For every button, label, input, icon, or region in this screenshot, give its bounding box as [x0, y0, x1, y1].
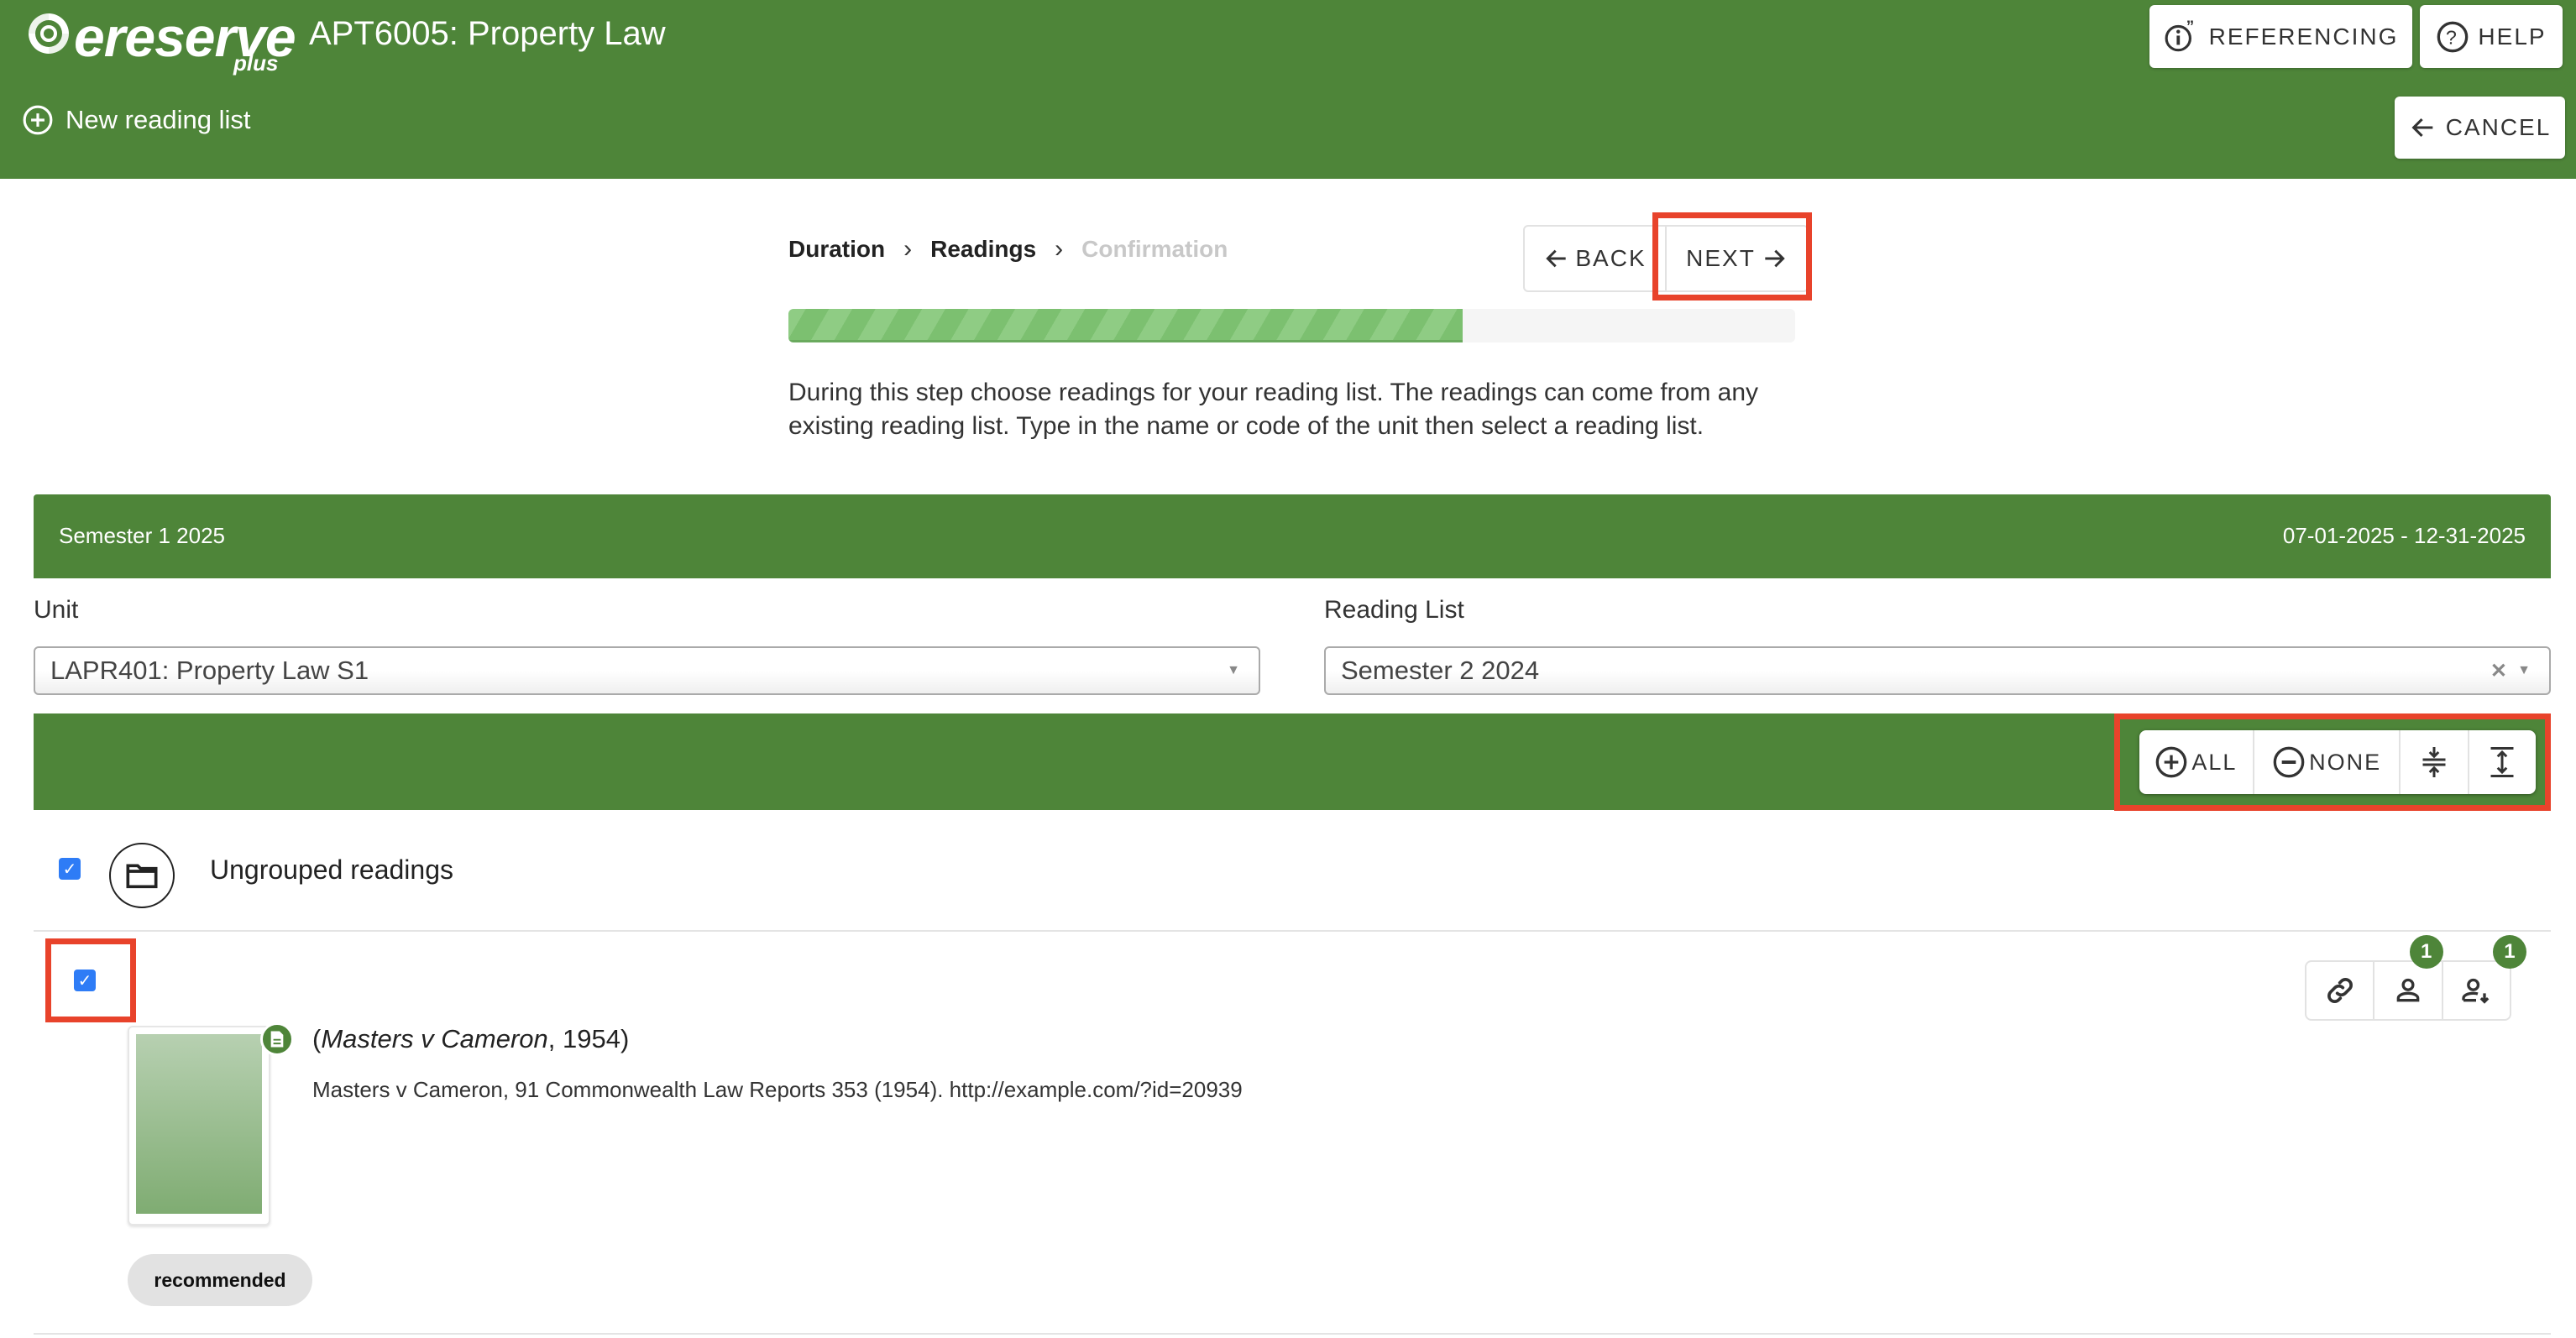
chevron-right-icon: ›	[1055, 235, 1064, 263]
unit-label: Unit	[34, 596, 79, 624]
unit-select-value: LAPR401: Property Law S1	[50, 656, 369, 685]
plus-circle-icon	[2156, 746, 2187, 778]
back-button[interactable]: BACK	[1525, 227, 1665, 290]
wizard-progress-bar	[788, 309, 1795, 342]
case-name: Masters v Cameron	[321, 1024, 548, 1053]
staff-count-badge: 1	[2409, 935, 2443, 969]
referencing-label: REFERENCING	[2208, 23, 2399, 50]
page-title: APT6005: Property Law	[309, 15, 666, 52]
svg-text:”: ”	[2186, 18, 2196, 35]
step-readings[interactable]: Readings	[930, 236, 1036, 263]
step-duration[interactable]: Duration	[788, 236, 885, 263]
link-button[interactable]	[2306, 962, 2373, 1019]
cancel-label: CANCEL	[2445, 114, 2552, 140]
divider	[34, 930, 2551, 932]
next-label: NEXT	[1686, 245, 1756, 271]
ereserve-logo[interactable]: ereserve plus	[25, 5, 296, 76]
folder-icon	[109, 843, 175, 908]
help-circle-icon: ?	[2437, 21, 2469, 52]
step-confirmation: Confirmation	[1081, 236, 1228, 262]
wizard-steps: Duration › Readings › Confirmation	[788, 235, 1228, 264]
select-all-button[interactable]: ALL	[2139, 730, 2253, 794]
title-year: , 1954)	[547, 1024, 630, 1053]
plus-circle-icon	[23, 105, 53, 135]
next-button[interactable]: NEXT	[1665, 227, 1807, 290]
divider	[34, 1333, 2551, 1335]
svg-text:?: ?	[2446, 26, 2459, 48]
check-icon: ✓	[62, 860, 77, 879]
collapse-all-button[interactable]	[2399, 730, 2467, 794]
reading-list-select-value: Semester 2 2024	[1341, 656, 1540, 685]
help-label: HELP	[2478, 23, 2547, 50]
group-label: Ungrouped readings	[210, 855, 453, 885]
reading-citation: Masters v Cameron, 91 Commonwealth Law R…	[312, 1077, 1243, 1102]
unit-select[interactable]: LAPR401: Property Law S1 ▼	[34, 646, 1260, 695]
clear-selection-icon[interactable]: ✕	[2490, 659, 2507, 683]
item-checkbox[interactable]: ✓	[74, 970, 96, 991]
select-none-label: NONE	[2309, 749, 2382, 775]
semester-name: Semester 1 2025	[59, 523, 226, 548]
reading-title[interactable]: (Masters v Cameron, 1954)	[312, 1024, 629, 1054]
help-button[interactable]: ? HELP	[2420, 5, 2563, 68]
bulk-select-group: ALL NONE	[2139, 730, 2536, 794]
minus-circle-icon	[2273, 746, 2305, 778]
reading-actions: 1 1	[2305, 935, 2526, 1021]
student-count-badge: 1	[2492, 935, 2526, 969]
arrow-left-icon	[2411, 118, 2433, 138]
student-button[interactable]: 1	[2441, 935, 2526, 1019]
expand-all-button[interactable]	[2467, 730, 2536, 794]
staff-button[interactable]: 1	[2373, 935, 2443, 1019]
recommended-tag: recommended	[128, 1254, 312, 1306]
arrow-right-icon	[1765, 249, 1785, 268]
person-icon	[2396, 978, 2420, 1002]
progress-fill	[788, 309, 1463, 342]
group-checkbox[interactable]: ✓	[59, 858, 81, 880]
semester-dates: 07-01-2025 - 12-31-2025	[2282, 523, 2526, 548]
collapse-icon	[2422, 747, 2446, 777]
dropdown-arrow-icon: ▼	[1227, 663, 1240, 677]
logo-plus: plus	[233, 50, 279, 76]
person-download-icon	[2462, 978, 2490, 1004]
link-icon	[2327, 978, 2353, 1003]
thumbnail-image	[136, 1034, 262, 1214]
check-icon: ✓	[77, 971, 92, 990]
referencing-info-icon: ”	[2165, 18, 2196, 51]
chevron-right-icon: ›	[903, 235, 913, 263]
step-description: During this step choose readings for you…	[788, 379, 1759, 440]
referencing-button[interactable]: ” REFERENCING	[2149, 5, 2412, 68]
document-type-icon	[260, 1022, 294, 1056]
select-all-label: ALL	[2191, 749, 2238, 775]
reading-list-select[interactable]: Semester 2 2024 ✕ ▼	[1324, 646, 2551, 695]
arrow-left-icon	[1546, 249, 1567, 268]
new-reading-list-link[interactable]: New reading list	[22, 104, 251, 136]
dropdown-arrow-icon: ▼	[2517, 663, 2531, 677]
back-label: BACK	[1575, 245, 1647, 271]
logo-swirl-icon	[29, 13, 69, 54]
expand-icon	[2490, 747, 2514, 777]
new-reading-list-label: New reading list	[65, 105, 251, 134]
reading-list-label: Reading List	[1324, 596, 1464, 624]
wizard-nav-buttons: BACK NEXT	[1523, 225, 1809, 292]
semester-bar: Semester 1 2025 07-01-2025 - 12-31-2025	[34, 494, 2551, 578]
cancel-button[interactable]: CANCEL	[2395, 97, 2565, 159]
title-open-paren: (	[312, 1024, 322, 1053]
select-none-button[interactable]: NONE	[2252, 730, 2400, 794]
reading-thumbnail[interactable]	[128, 1026, 270, 1226]
